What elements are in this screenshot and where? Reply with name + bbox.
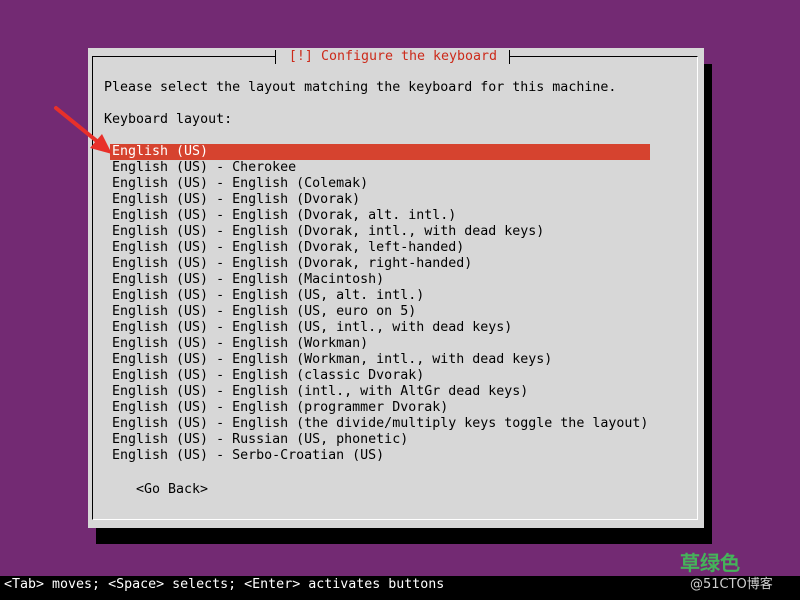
list-item[interactable]: English (US) - English (US, intl., with … <box>110 320 650 336</box>
list-item[interactable]: English (US) - English (US, alt. intl.) <box>110 288 650 304</box>
list-item[interactable]: English (US) - English (Dvorak, left-han… <box>110 240 650 256</box>
go-back-button[interactable]: <Go Back> <box>136 482 208 498</box>
list-item[interactable]: English (US) - Serbo-Croatian (US) <box>110 448 650 464</box>
keyboard-layout-label: Keyboard layout: <box>104 112 233 127</box>
watermark-title: 草绿色 <box>680 551 740 575</box>
list-item[interactable]: English (US) - English (Workman, intl., … <box>110 352 650 368</box>
list-item[interactable]: English (US) - English (Dvorak, alt. int… <box>110 208 650 224</box>
list-item[interactable]: English (US) - Cherokee <box>110 160 650 176</box>
title-divider-right <box>509 50 510 64</box>
watermark-site: @51CTO博客 <box>690 577 773 592</box>
dialog-prompt: Please select the layout matching the ke… <box>104 80 617 95</box>
dialog-title: [!] Configure the keyboard <box>276 48 510 66</box>
list-item[interactable]: English (US) - English (US, euro on 5) <box>110 304 650 320</box>
red-arrow-icon <box>54 106 112 154</box>
list-item-selected[interactable]: English (US) <box>110 144 650 160</box>
list-item[interactable]: English (US) - English (the divide/multi… <box>110 416 650 432</box>
list-item[interactable]: English (US) - English (Workman) <box>110 336 650 352</box>
list-item[interactable]: English (US) - English (classic Dvorak) <box>110 368 650 384</box>
list-item[interactable]: English (US) - English (Dvorak) <box>110 192 650 208</box>
list-item[interactable]: English (US) - English (Macintosh) <box>110 272 650 288</box>
configure-keyboard-dialog: [!] Configure the keyboard Please select… <box>88 48 704 528</box>
list-item[interactable]: English (US) - English (programmer Dvora… <box>110 400 650 416</box>
list-item[interactable]: English (US) - English (Colemak) <box>110 176 650 192</box>
list-item[interactable]: English (US) - English (intl., with AltG… <box>110 384 650 400</box>
status-bar: <Tab> moves; <Space> selects; <Enter> ac… <box>0 576 800 600</box>
keyboard-layout-list[interactable]: English (US) English (US) - Cherokee Engli… <box>110 144 650 464</box>
list-item[interactable]: English (US) - English (Dvorak, right-ha… <box>110 256 650 272</box>
list-item[interactable]: English (US) - English (Dvorak, intl., w… <box>110 224 650 240</box>
list-item[interactable]: English (US) - Russian (US, phonetic) <box>110 432 650 448</box>
